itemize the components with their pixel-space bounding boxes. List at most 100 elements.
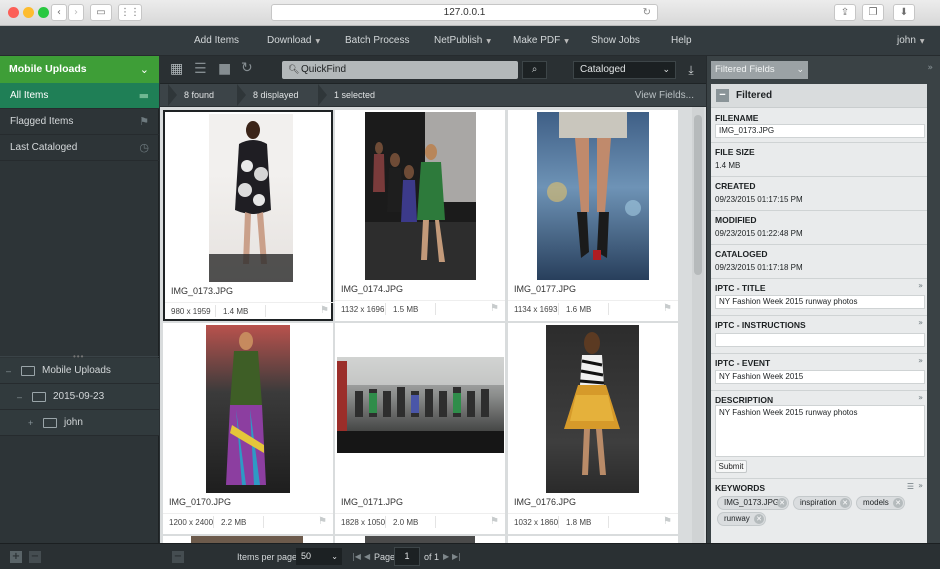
remove-tag-icon[interactable]: ✕ xyxy=(777,498,787,508)
reload-icon[interactable]: ↻ xyxy=(643,5,651,20)
nav-help[interactable]: Help xyxy=(671,26,692,56)
nav-make-pdf[interactable]: Make PDF ▼ xyxy=(513,26,569,56)
thumbnail-view-icon[interactable]: ▦ xyxy=(170,61,183,77)
filename-input[interactable]: IMG_0173.JPG xyxy=(715,124,925,138)
submit-button[interactable]: Submit xyxy=(715,460,747,473)
view-select[interactable]: Cataloged ⌄ xyxy=(573,61,676,79)
field-label: DESCRIPTION xyxy=(715,395,774,405)
iptc-title-input[interactable]: NY Fashion Week 2015 runway photos xyxy=(715,295,925,309)
download-button[interactable]: ⤓ xyxy=(682,61,700,79)
collapse-toggle[interactable]: – xyxy=(6,358,11,384)
keyword-tag[interactable]: runway ✕ xyxy=(717,512,766,526)
expand-icon[interactable]: » xyxy=(918,481,923,490)
remove-tag-icon[interactable]: ✕ xyxy=(754,514,764,524)
next-page-icon[interactable]: ▶ xyxy=(443,544,449,569)
asset-card[interactable]: IMG_0177.JPG 1134 x 1693 1.6 MB ⚑ xyxy=(508,110,678,321)
last-page-icon[interactable]: ▶| xyxy=(452,544,461,569)
remove-tag-icon[interactable]: ✕ xyxy=(893,498,903,508)
asset-card-partial[interactable] xyxy=(508,536,678,543)
keyword-tag[interactable]: models ✕ xyxy=(856,496,905,510)
tree-row-john[interactable]: + john xyxy=(0,410,159,436)
keyword-tag[interactable]: inspiration ✕ xyxy=(793,496,852,510)
scrollbar-thumb[interactable] xyxy=(694,115,702,275)
remove-tag-icon[interactable]: ✕ xyxy=(840,498,850,508)
nav-batch-process[interactable]: Batch Process xyxy=(345,26,409,56)
stop-icon[interactable]: ■ xyxy=(218,61,231,77)
page-number-input[interactable]: 1 xyxy=(394,547,420,566)
flag-icon[interactable]: ⚑ xyxy=(320,305,329,316)
collapse-panel-icon[interactable]: » xyxy=(927,63,933,73)
close-window-button[interactable] xyxy=(8,7,19,18)
chevron-left-icon: ‹ xyxy=(57,7,61,18)
asset-card-partial[interactable] xyxy=(335,536,505,543)
list-icon[interactable]: ☰ xyxy=(907,482,914,491)
zoom-window-button[interactable] xyxy=(38,7,49,18)
forward-button[interactable]: › xyxy=(68,4,84,21)
user-menu[interactable]: john ▼ xyxy=(897,26,925,56)
first-page-icon[interactable]: |◀ xyxy=(352,544,361,569)
top-sites-button[interactable]: ⋮⋮ xyxy=(118,4,142,21)
collapse-icon[interactable]: − xyxy=(716,89,729,102)
expand-icon[interactable]: » xyxy=(918,393,923,402)
flag-icon[interactable]: ⚑ xyxy=(663,516,672,527)
tree-row-2015-09-23[interactable]: – 2015-09-23 xyxy=(0,384,159,410)
asset-card[interactable]: IMG_0173.JPG 980 x 1959 1.4 MB ⚑ xyxy=(163,110,335,321)
nav-download[interactable]: Download ▼ xyxy=(267,26,320,56)
tree-row-mobile-uploads[interactable]: – Mobile Uploads xyxy=(0,358,159,384)
stats-bar: 8 found 8 displayed 1 selected View Fiel… xyxy=(160,84,706,107)
advanced-search-button[interactable]: ⌕ xyxy=(522,61,547,79)
sidebar-item-last-cataloged[interactable]: Last Cataloged ◷ xyxy=(0,135,159,161)
catalog-selector[interactable]: Mobile Uploads ⌄ xyxy=(0,56,159,83)
nav-show-jobs[interactable]: Show Jobs xyxy=(591,26,640,56)
flag-icon[interactable]: ⚑ xyxy=(318,516,327,527)
flag-icon[interactable]: ⚑ xyxy=(490,303,499,314)
field-value: 09/23/2015 01:22:48 PM xyxy=(715,229,803,238)
expand-toggle[interactable]: + xyxy=(28,410,33,436)
add-folder-button[interactable]: + xyxy=(10,551,22,563)
downloads-button[interactable]: ⬇ xyxy=(893,4,915,21)
list-view-icon[interactable]: ☰ xyxy=(194,61,207,77)
fields-group-header[interactable]: − Filtered xyxy=(711,84,927,108)
description-textarea[interactable]: NY Fashion Week 2015 runway photos xyxy=(715,405,925,457)
asset-card[interactable]: IMG_0171.JPG 1828 x 1050 2.0 MB ⚑ xyxy=(335,323,505,534)
keyword-tag[interactable]: IMG_0173.JPG ✕ xyxy=(717,496,789,510)
sidebar-item-flagged-items[interactable]: Flagged Items ⚑ xyxy=(0,109,159,135)
remove-folder-button[interactable]: − xyxy=(29,551,41,563)
tabs-button[interactable]: ❐ xyxy=(862,4,884,21)
asset-meta: 1134 x 1693 1.6 MB ⚑ xyxy=(508,300,678,315)
address-bar[interactable]: 127.0.0.1 ↻ xyxy=(271,4,658,21)
expand-icon[interactable]: » xyxy=(918,281,923,290)
grid-scrollbar[interactable] xyxy=(692,107,704,543)
sidebar-toggle-button[interactable]: ▭ xyxy=(90,4,112,21)
chevron-right-icon: › xyxy=(74,7,78,18)
nav-netpublish[interactable]: NetPublish ▼ xyxy=(434,26,491,56)
field-label: KEYWORDS xyxy=(715,483,766,493)
items-per-page-select[interactable]: 50 ⌄ xyxy=(296,548,342,565)
asset-card[interactable]: IMG_0174.JPG 1132 x 1696 1.5 MB ⚑ xyxy=(335,110,505,321)
view-fields-link[interactable]: View Fields... xyxy=(635,84,694,107)
photo-image xyxy=(337,357,504,453)
asset-card[interactable]: IMG_0170.JPG 1200 x 2400 2.2 MB ⚑ xyxy=(163,323,333,534)
sidebar-item-all-items[interactable]: All Items ▬ xyxy=(0,83,159,109)
nav-add-items[interactable]: Add Items xyxy=(194,26,239,56)
refresh-icon[interactable]: ↻ xyxy=(241,60,253,76)
asset-card-partial[interactable] xyxy=(163,536,333,543)
quickfind-input[interactable]: 🔍︎ QuickFind xyxy=(282,61,518,79)
expand-icon[interactable]: » xyxy=(918,318,923,327)
iptc-instructions-input[interactable] xyxy=(715,333,925,347)
flag-icon[interactable]: ⚑ xyxy=(490,516,499,527)
items-per-page-label: Items per page: xyxy=(237,552,300,562)
share-button[interactable]: ⇪ xyxy=(834,4,856,21)
fields-view-select[interactable]: Filtered Fields ⌄ xyxy=(711,61,808,79)
flag-icon[interactable]: ⚑ xyxy=(663,303,672,314)
remove-items-button[interactable]: − xyxy=(172,551,184,563)
back-button[interactable]: ‹ xyxy=(51,4,67,21)
caret-down-icon: ▼ xyxy=(919,38,925,45)
expand-icon[interactable]: » xyxy=(918,356,923,365)
iptc-event-input[interactable]: NY Fashion Week 2015 xyxy=(715,370,925,384)
minimize-window-button[interactable] xyxy=(23,7,34,18)
asset-card[interactable]: IMG_0176.JPG 1032 x 1860 1.8 MB ⚑ xyxy=(508,323,678,534)
folder-tree: ••• – Mobile Uploads – 2015-09-23 + john xyxy=(0,352,159,543)
prev-page-icon[interactable]: ◀ xyxy=(364,544,370,569)
collapse-toggle[interactable]: – xyxy=(17,384,22,410)
